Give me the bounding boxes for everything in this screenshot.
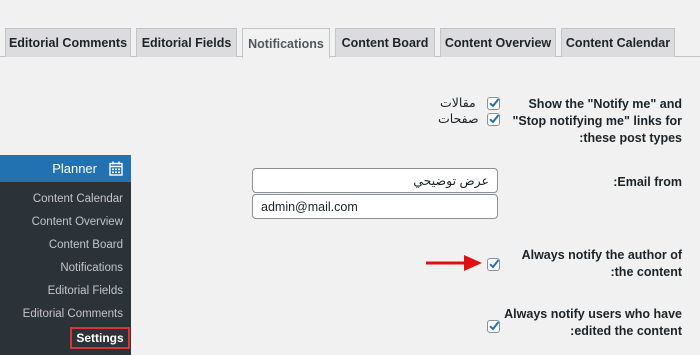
tab-editorial-comments[interactable]: Editorial Comments — [5, 28, 131, 57]
sidebar-item-content-board[interactable]: Content Board — [49, 239, 123, 251]
email-from-address-input[interactable] — [252, 194, 498, 219]
post-type-articles-checkbox[interactable] — [487, 97, 500, 110]
red-arrow-icon — [426, 255, 482, 271]
calendar-icon — [109, 161, 123, 176]
post-type-pages-checkbox[interactable] — [487, 113, 500, 126]
sidebar-item-content-calendar[interactable]: Content Calendar — [33, 193, 123, 205]
email-from-name-input[interactable] — [252, 168, 498, 193]
checkmark-icon — [489, 98, 500, 108]
notify-editors-label: Always notify users who have edited the … — [504, 307, 682, 338]
post-types-label: Show the "Notify me" and "Stop notifying… — [512, 97, 683, 145]
sidebar-item-editorial-comments[interactable]: Editorial Comments — [23, 308, 123, 320]
sidebar-item-content-overview[interactable]: Content Overview — [32, 216, 123, 228]
post-type-articles-label: مقالات — [440, 96, 476, 110]
email-from-label: Email from: — [613, 175, 682, 189]
tab-content-calendar[interactable]: Content Calendar — [561, 28, 675, 57]
checkmark-icon — [489, 259, 500, 269]
checkmark-icon — [489, 114, 500, 124]
sidebar-item-notifications[interactable]: Notifications — [60, 262, 123, 274]
planner-label: Planner — [52, 161, 97, 176]
tab-editorial-fields[interactable]: Editorial Fields — [136, 28, 237, 57]
tab-content-board[interactable]: Content Board — [335, 28, 435, 57]
tab-content-overview[interactable]: Content Overview — [440, 28, 556, 57]
checkmark-icon — [489, 321, 500, 331]
settings-tabs: Editorial Comments Editorial Fields Noti… — [0, 0, 700, 58]
sidebar-item-settings[interactable]: Settings — [70, 327, 130, 349]
post-type-pages-label: صفحات — [438, 112, 479, 126]
notify-author-label: Always notify the author of the content: — [521, 248, 682, 279]
notify-author-checkbox[interactable] — [487, 258, 500, 271]
notify-editors-checkbox[interactable] — [487, 320, 500, 333]
sidebar-item-settings-label: Settings — [76, 331, 124, 345]
tab-notifications[interactable]: Notifications — [242, 28, 330, 58]
sidebar-planner-header[interactable]: Planner — [0, 155, 131, 182]
admin-sidebar: Planner Content Calendar Content Overvie… — [0, 155, 131, 355]
sidebar-item-editorial-fields[interactable]: Editorial Fields — [48, 285, 123, 297]
